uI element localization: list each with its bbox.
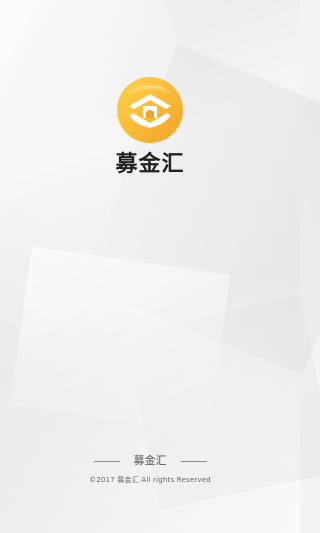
copyright-text: ©2017 募金汇 All rights Reserved (89, 476, 211, 484)
footer-line-right (180, 460, 207, 462)
app-logo (115, 75, 185, 145)
background-facet (9, 246, 231, 434)
app-name: 募金汇 (115, 152, 185, 177)
splash-footer: 募金汇 ©2017 募金汇 All rights Reserved (0, 452, 300, 485)
footer-title-row: 募金汇 (0, 452, 300, 470)
footer-title: 募金汇 (133, 454, 167, 467)
mujinhui-logo-icon (117, 77, 183, 143)
footer-line-left (93, 460, 120, 462)
